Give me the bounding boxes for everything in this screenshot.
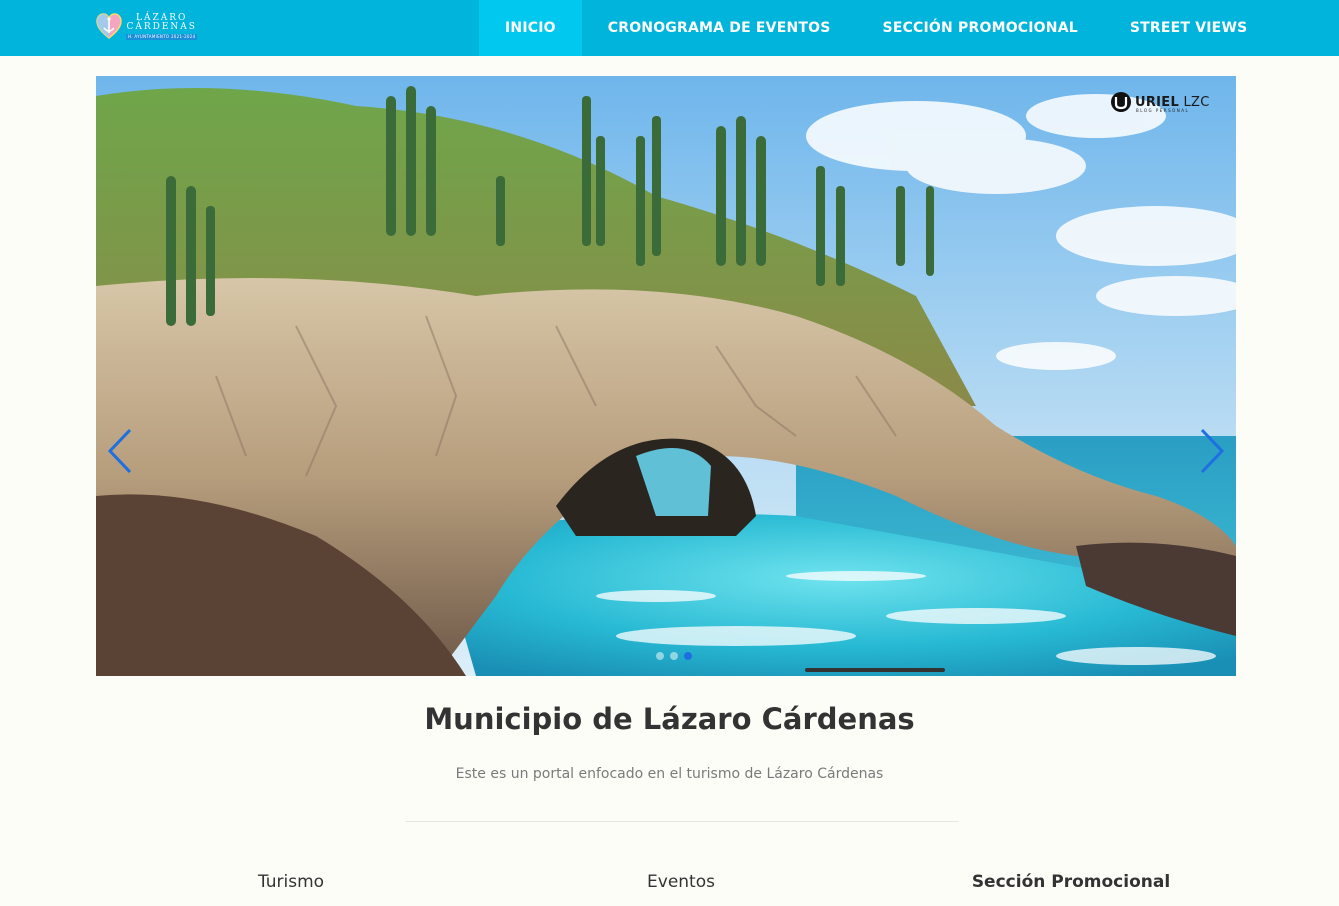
watermark-subtext: BLOG PERSONAL — [1136, 108, 1190, 113]
section-heading-eventos: Eventos — [647, 872, 715, 892]
brand-line-3: H. AYUNTAMIENTO 2021-2024 — [126, 34, 198, 40]
watermark-logo: URIEL LZC BLOG PERSONAL — [1110, 90, 1210, 114]
navbar: LÁZARO CÁRDENAS H. AYUNTAMIENTO 2021-202… — [0, 0, 1339, 56]
watermark-icon — [1111, 92, 1131, 112]
carousel-indicator-3[interactable] — [684, 652, 692, 660]
heart-anchor-logo-icon — [96, 12, 122, 42]
chevron-left-icon — [107, 428, 132, 474]
carousel-indicator-1[interactable] — [656, 652, 664, 660]
page-subtitle: Este es un portal enfocado en el turismo… — [455, 766, 884, 782]
nav-item-inicio[interactable]: INICIO — [479, 0, 582, 56]
page-title: Municipio de Lázaro Cárdenas — [424, 702, 915, 736]
chevron-right-icon — [1200, 428, 1225, 474]
brand-line-2: CÁRDENAS — [126, 22, 197, 32]
carousel-slide-image — [96, 76, 1236, 676]
nav-item-cronograma[interactable]: CRONOGRAMA DE EVENTOS — [582, 0, 857, 56]
nav-menu: INICIO CRONOGRAMA DE EVENTOS SECCIÓN PRO… — [479, 0, 1273, 56]
section-divider — [405, 821, 959, 822]
section-heading-turismo: Turismo — [257, 872, 325, 892]
nav-item-seccion-promocional[interactable]: SECCIÓN PROMOCIONAL — [857, 0, 1104, 56]
carousel-indicator-2[interactable] — [670, 652, 678, 660]
hero-carousel: URIEL LZC BLOG PERSONAL — [96, 76, 1236, 676]
carousel-next-button[interactable] — [1198, 428, 1226, 474]
carousel-progress-bar — [805, 668, 945, 672]
carousel-prev-button[interactable] — [106, 428, 134, 474]
section-heading-seccion-promocional: Sección Promocional — [971, 872, 1171, 892]
nav-item-street-views[interactable]: STREET VIEWS — [1104, 0, 1274, 56]
brand-logo[interactable]: LÁZARO CÁRDENAS H. AYUNTAMIENTO 2021-202… — [96, 10, 198, 44]
carousel-indicators — [656, 652, 692, 660]
